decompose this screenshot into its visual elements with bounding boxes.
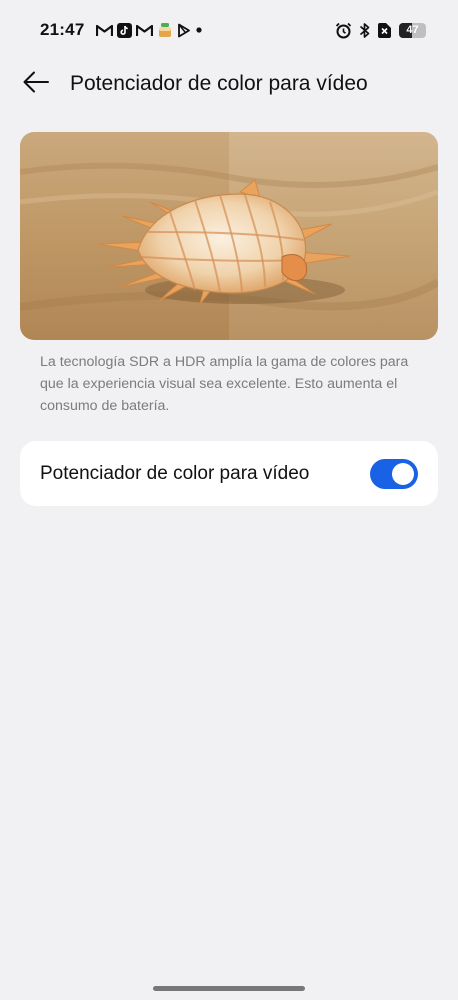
battery-indicator: 47 [399,22,426,38]
notification-icons [96,22,203,38]
toggle-knob [392,462,414,485]
header: Potenciador de color para vídeo [20,64,438,104]
tiktok-icon [117,22,133,38]
page-title: Potenciador de color para vídeo [70,72,368,95]
play-store-icon [177,23,191,38]
status-right: 47 [335,22,426,39]
setting-card[interactable]: Potenciador de color para vídeo [20,441,438,506]
arrow-left-icon [22,70,50,99]
status-left: 21:47 [40,20,203,40]
battery-level: 47 [406,24,419,36]
no-sim-icon [377,22,392,39]
home-indicator[interactable] [153,986,305,991]
status-bar: 21:47 47 [40,18,426,42]
video-color-enhancer-toggle[interactable] [370,458,418,489]
bluetooth-icon [359,22,370,39]
gmail-icon [136,24,154,37]
feature-description: La tecnología SDR a HDR amplía la gama d… [40,354,409,414]
back-button[interactable] [20,68,52,100]
seashell-illustration [20,132,438,340]
more-dot-icon [195,26,203,34]
status-time: 21:47 [40,20,85,39]
alarm-icon [335,22,352,39]
cake-app-icon [157,22,173,38]
gmail-icon [96,24,114,37]
preview-image [20,132,438,340]
setting-label: Potenciador de color para vídeo [40,462,310,484]
